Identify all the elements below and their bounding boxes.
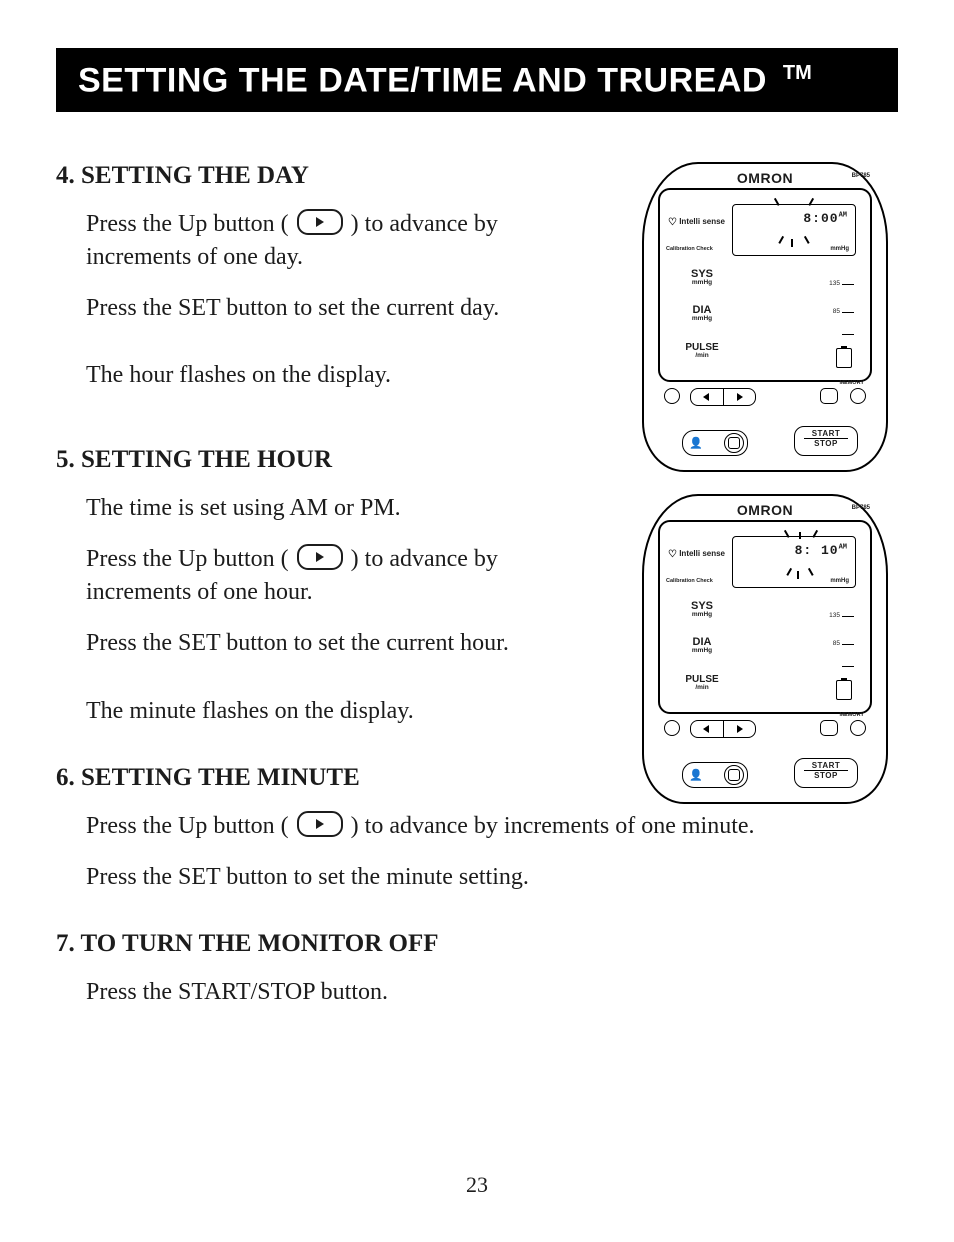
step5-p1: Press the Up button ( ) to advance by in… — [86, 543, 526, 609]
page-title-banner: SETTING THE DATE/TIME AND TRUREAD TM — [56, 48, 898, 112]
step6-p2: Press the SET button to set the minute s… — [86, 861, 846, 894]
device-screen: ♡ Intelli sense Calibration Check 8:00AM… — [658, 188, 872, 382]
step4-p3: The hour flashes on the display. — [86, 359, 526, 392]
section-turn-off: 7. TO TURN THE MONITOR OFF Press the STA… — [56, 930, 898, 1009]
step5-p3: The minute flashes on the display. — [86, 695, 526, 728]
page-title-text: SETTING THE DATE/TIME AND TRUREAD — [78, 61, 767, 99]
user-select-switch-icon: 👤 — [682, 430, 748, 456]
time-display: 8:00AM mmHg — [732, 204, 856, 256]
device-model: BP785 — [852, 173, 870, 179]
dia-label: DIAmmHg — [692, 304, 712, 322]
set-button-icon — [664, 388, 680, 404]
battery-icon — [836, 348, 852, 368]
memory-button-icon — [820, 388, 838, 404]
arrow-buttons-icon — [690, 388, 756, 406]
step4-p1: Press the Up button ( ) to advance by in… — [86, 208, 526, 274]
up-button-icon — [297, 544, 343, 570]
intellisense-label: ♡ Intelli sense — [668, 218, 725, 227]
calibration-label: Calibration Check — [666, 246, 713, 252]
step5-p0: The time is set using AM or PM. — [86, 492, 526, 525]
page-number: 23 — [0, 1172, 954, 1198]
pulse-label: PULSE/min — [685, 342, 718, 359]
step4-p2: Press the SET button to set the current … — [86, 292, 526, 325]
device-illustration-day: OMRON BP785 ♡ Intelli sense Calibration … — [642, 162, 888, 472]
device-illustrations: OMRON BP785 ♡ Intelli sense Calibration … — [642, 162, 888, 826]
up-button-icon — [297, 209, 343, 235]
user-button-icon — [850, 388, 866, 404]
sys-label: SYSmmHg — [691, 268, 713, 286]
start-stop-button-icon: START STOP — [794, 426, 858, 456]
device-illustration-hour: OMRON BP785 ♡ Intelli sense Calibration … — [642, 494, 888, 804]
memory-label: MEMORY — [839, 380, 864, 386]
step7-p1: Press the START/STOP button. — [86, 976, 846, 1009]
up-button-icon — [297, 811, 343, 837]
heading-turn-off: 7. TO TURN THE MONITOR OFF — [56, 930, 898, 958]
step5-p2: Press the SET button to set the current … — [86, 627, 526, 660]
device-brand: OMRON — [737, 170, 793, 186]
trademark: TM — [783, 62, 812, 84]
